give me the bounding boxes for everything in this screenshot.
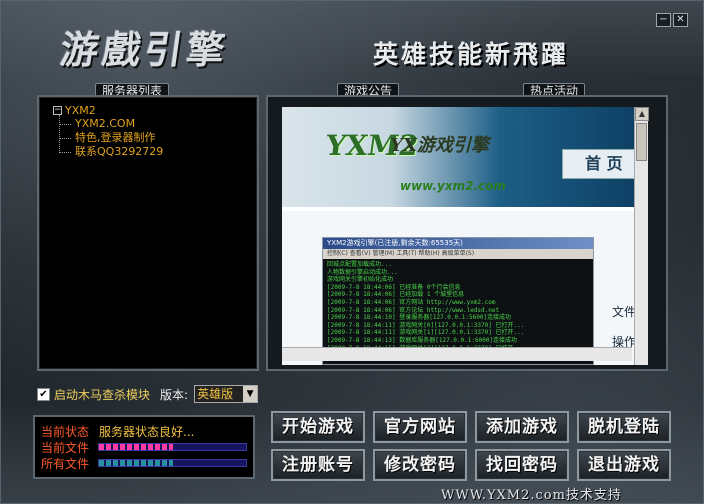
status-row-current-file: 当前文件	[41, 439, 247, 455]
current-file-label: 当前文件	[41, 440, 90, 455]
app-logo-title: 游戲引擎	[57, 27, 232, 72]
tree-root-label: YXM2	[65, 103, 96, 117]
official-site-button[interactable]: 官方网站	[373, 411, 467, 443]
log-line: [2009-7-8 18:44:11] 游戏网关[1][127.0.0.1:33…	[327, 329, 525, 337]
scroll-thumb[interactable]	[636, 123, 647, 161]
embedded-title: YXM2游戏引擎(已注册,剩余天数:65535天)	[323, 238, 593, 249]
log-line: [2009-7-8 18:44:13] 数据库服务器[127.0.0.1:600…	[327, 336, 518, 344]
status-row-state: 当前状态 服务器状态良好...	[41, 423, 247, 439]
log-line: 游戏网关引擎初始化成功	[327, 276, 394, 284]
exit-game-button[interactable]: 退出游戏	[577, 449, 671, 481]
server-item-contact-qq[interactable]: 联系QQ3292729	[53, 145, 163, 159]
minimize-button[interactable]: −	[656, 13, 671, 27]
web-banner: YXM2 YX游戏引擎 www.yxm2.com 首 页	[282, 107, 646, 207]
current-state-value: 服务器状态良好...	[99, 424, 195, 439]
web-content[interactable]: YXM2 YX游戏引擎 www.yxm2.com 首 页 Ｅ 文件 操作 YXM…	[282, 107, 646, 365]
all-files-progress	[98, 459, 247, 467]
server-list-panel: − YXM2 YXM2.COM 特色,登录器制作 联系QQ3292729	[37, 95, 259, 371]
current-file-progress	[98, 443, 247, 451]
trojan-scan-label[interactable]: 启动木马查杀模块	[54, 386, 150, 403]
log-line: [2009-7-8 18:44:06] 官方网站 http://www.yxm2…	[327, 298, 496, 306]
server-tree: − YXM2 YXM2.COM 特色,登录器制作 联系QQ3292729	[53, 103, 163, 159]
offline-login-button[interactable]: 脱机登陆	[577, 411, 671, 443]
web-logo-text: YX游戏引擎	[390, 135, 489, 156]
collapse-icon[interactable]: −	[53, 105, 62, 115]
scroll-up-icon[interactable]: ▲	[635, 107, 649, 121]
recover-password-button[interactable]: 找回密码	[475, 449, 569, 481]
chevron-down-icon[interactable]: ▼	[243, 386, 258, 402]
version-select[interactable]: 英雄版 ▼	[194, 385, 259, 403]
embedded-menu: 控制(C) 查看(V) 管理(M) 工具(T) 帮助(H) 高级菜单(S)	[323, 249, 593, 259]
web-url: www.yxm2.com	[400, 179, 506, 193]
embedded-log: 回城点配置加载成功... 人物数据引擎启动成功... 游戏网关引擎初始化成功 […	[323, 259, 593, 354]
options-row: ✔ 启动木马查杀模块 版本: 英雄版 ▼	[37, 385, 259, 403]
start-game-button[interactable]: 开始游戏	[271, 411, 365, 443]
log-line: [2009-7-8 18:44:06] 已经加载 1 个城堡信息	[327, 291, 465, 299]
log-line: 回城点配置加载成功...	[327, 261, 392, 268]
current-state-label: 当前状态	[41, 424, 90, 439]
server-item-feature[interactable]: 特色,登录器制作	[53, 131, 163, 145]
web-side-label-file: 文件	[612, 305, 637, 319]
vertical-scrollbar[interactable]: ▲	[634, 107, 649, 365]
log-line: [2009-7-8 18:44:10] 登录服务器[127.0.0.1:5600…	[327, 314, 512, 322]
current-file-progress-fill	[99, 444, 173, 450]
trojan-scan-checkbox[interactable]: ✔	[37, 387, 50, 401]
version-select-value[interactable]: 英雄版	[195, 386, 244, 402]
change-password-button[interactable]: 修改密码	[373, 449, 467, 481]
news-panel: YXM2 YX游戏引擎 www.yxm2.com 首 页 Ｅ 文件 操作 YXM…	[266, 95, 668, 371]
server-item-yxm2-com[interactable]: YXM2.COM	[53, 117, 163, 131]
tree-root-item[interactable]: − YXM2	[53, 103, 163, 117]
register-account-button[interactable]: 注册账号	[271, 449, 365, 481]
all-files-label: 所有文件	[41, 456, 90, 471]
launcher-window: − ✕ 游戲引擎 英雄技能新飛躍 服务器列表 − YXM2 YXM2.COM 特…	[0, 0, 704, 504]
horizontal-scrollbar[interactable]	[282, 347, 632, 361]
all-files-progress-fill	[99, 460, 173, 466]
status-panel: 当前状态 服务器状态良好... 当前文件 所有文件	[33, 415, 255, 479]
app-slogan: 英雄技能新飛躍	[373, 40, 570, 69]
version-label: 版本:	[160, 387, 189, 402]
footer-support-text: WWW.YXM2.com技术支持	[441, 488, 622, 503]
close-button[interactable]: ✕	[673, 13, 688, 27]
status-row-all-files: 所有文件	[41, 455, 247, 471]
add-game-button[interactable]: 添加游戏	[475, 411, 569, 443]
embedded-screenshot: YXM2游戏引擎(已注册,剩余天数:65535天) 控制(C) 查看(V) 管理…	[322, 237, 594, 365]
